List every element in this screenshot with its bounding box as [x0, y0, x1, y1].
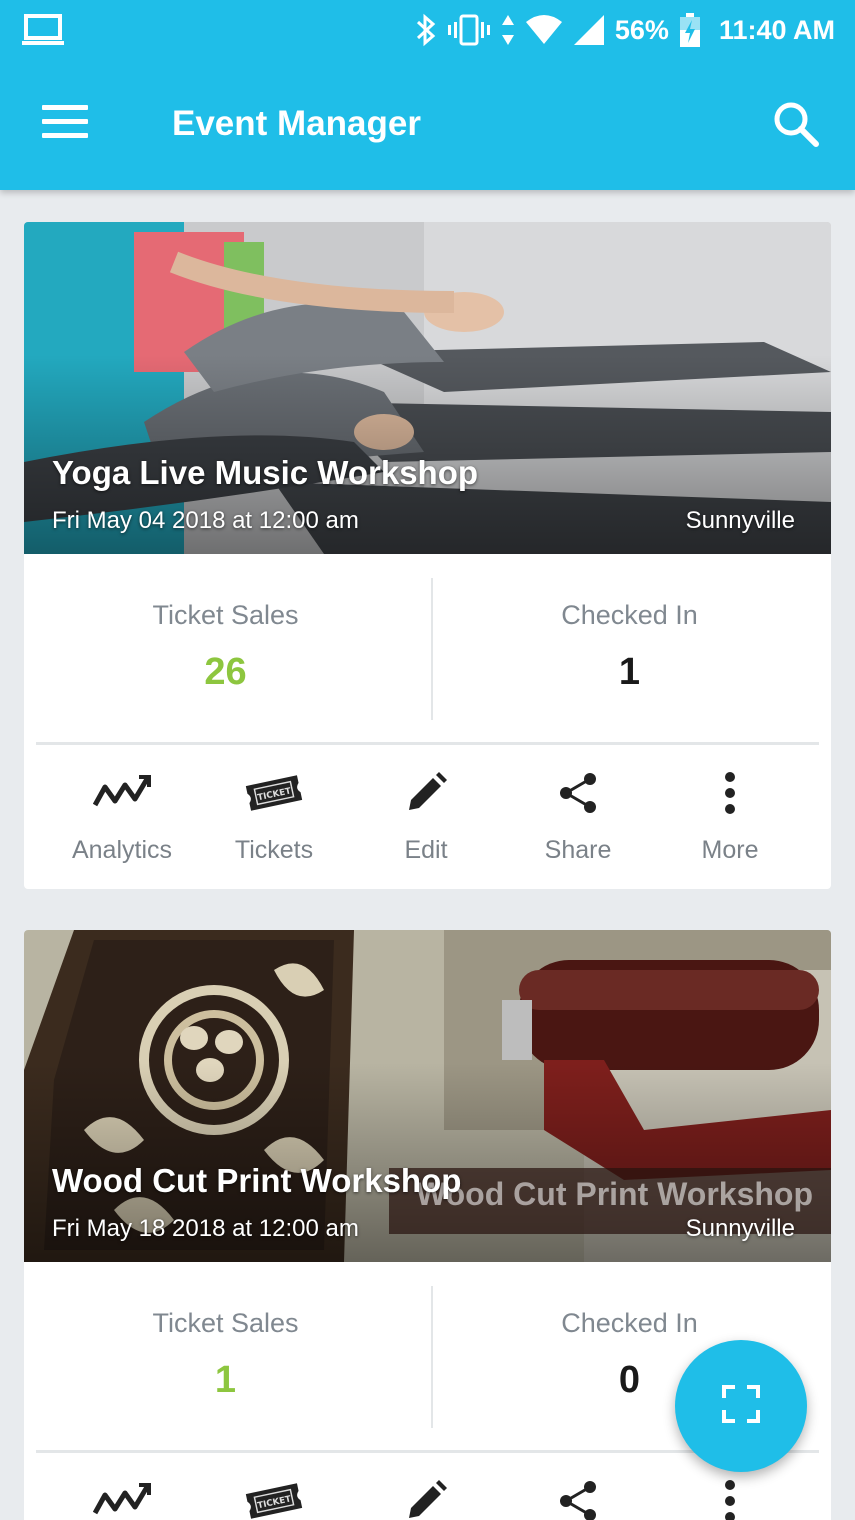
- scan-icon: [722, 1384, 760, 1428]
- data-arrows-icon: [501, 13, 515, 47]
- menu-icon[interactable]: [42, 105, 90, 141]
- event-location: Sunnyville: [685, 1215, 795, 1242]
- vibrate-icon: [447, 13, 491, 47]
- event-actions: Analytics TICKET Tickets Edit Share More: [24, 744, 831, 888]
- scan-fab-button[interactable]: [675, 1340, 807, 1472]
- event-date: Fri May 18 2018 at 12:00 am: [52, 1215, 359, 1242]
- ticket-sales-label: Ticket Sales: [152, 600, 299, 630]
- tickets-button[interactable]: TICKET Tickets: [198, 744, 350, 888]
- analytics-label: Analytics: [71, 836, 173, 864]
- ticket-sales-value: 26: [204, 651, 247, 693]
- wifi-icon: [525, 14, 563, 46]
- share-icon: [548, 770, 608, 816]
- analytics-icon: [92, 770, 152, 816]
- tickets-button[interactable]: TICKET: [198, 1452, 350, 1520]
- edit-button[interactable]: Edit: [350, 744, 502, 888]
- event-title: Wood Cut Print Workshop: [52, 1162, 462, 1199]
- ticket-sales-label: Ticket Sales: [152, 1308, 299, 1338]
- clock: 11:40 AM: [718, 14, 835, 45]
- signal-icon: [573, 14, 605, 46]
- checked-in-value: 1: [618, 651, 641, 693]
- battery-charging-icon: [679, 12, 701, 48]
- more-button[interactable]: More: [654, 744, 806, 888]
- share-button[interactable]: Share: [502, 744, 654, 888]
- event-date: Fri May 04 2018 at 12:00 am: [52, 507, 359, 534]
- pencil-icon: [396, 1478, 456, 1520]
- ticket-sales-stat: Ticket Sales 26: [24, 554, 427, 744]
- event-card[interactable]: Yoga Live Music Workshop Fri May 04 2018…: [24, 222, 831, 889]
- battery-percent: 56%: [614, 14, 669, 45]
- ticket-icon: TICKET: [244, 770, 304, 816]
- ticket-icon: TICKET: [244, 1478, 304, 1520]
- event-location: Sunnyville: [685, 507, 795, 534]
- share-label: Share: [544, 836, 612, 864]
- ticket-sales-value: 1: [214, 1359, 237, 1401]
- share-button[interactable]: [502, 1452, 654, 1520]
- checked-in-stat: Checked In 1: [428, 554, 831, 744]
- bluetooth-icon: [415, 13, 437, 47]
- event-title: Yoga Live Music Workshop: [52, 454, 479, 491]
- pencil-icon: [396, 770, 456, 816]
- edit-label: Edit: [404, 836, 448, 864]
- page-title: Event Manager: [172, 104, 421, 143]
- laptop-icon: [22, 14, 64, 51]
- toolbar: Event Manager: [0, 60, 855, 190]
- more-vert-icon: [700, 770, 760, 816]
- checked-in-label: Checked In: [561, 600, 698, 630]
- ticket-sales-stat: Ticket Sales 1: [24, 1262, 427, 1452]
- edit-button[interactable]: [350, 1452, 502, 1520]
- event-stats: Ticket Sales 26 Checked In 1: [24, 554, 831, 745]
- event-image[interactable]: Yoga Live Music Workshop Fri May 04 2018…: [24, 222, 831, 554]
- analytics-button[interactable]: Analytics: [46, 744, 198, 888]
- more-vert-icon: [700, 1478, 760, 1520]
- tickets-label: Tickets: [234, 836, 314, 864]
- search-icon[interactable]: [772, 100, 822, 150]
- event-image[interactable]: Wood Cut Print Workshop Wood Cut Print W…: [24, 930, 831, 1262]
- app-bar: 56% 11:40 AM Event Manager: [0, 0, 855, 190]
- status-bar: 56% 11:40 AM: [0, 0, 855, 60]
- analytics-icon: [92, 1478, 152, 1520]
- more-label: More: [701, 836, 759, 864]
- checked-in-label: Checked In: [561, 1308, 698, 1338]
- share-icon: [548, 1478, 608, 1520]
- analytics-button[interactable]: [46, 1452, 198, 1520]
